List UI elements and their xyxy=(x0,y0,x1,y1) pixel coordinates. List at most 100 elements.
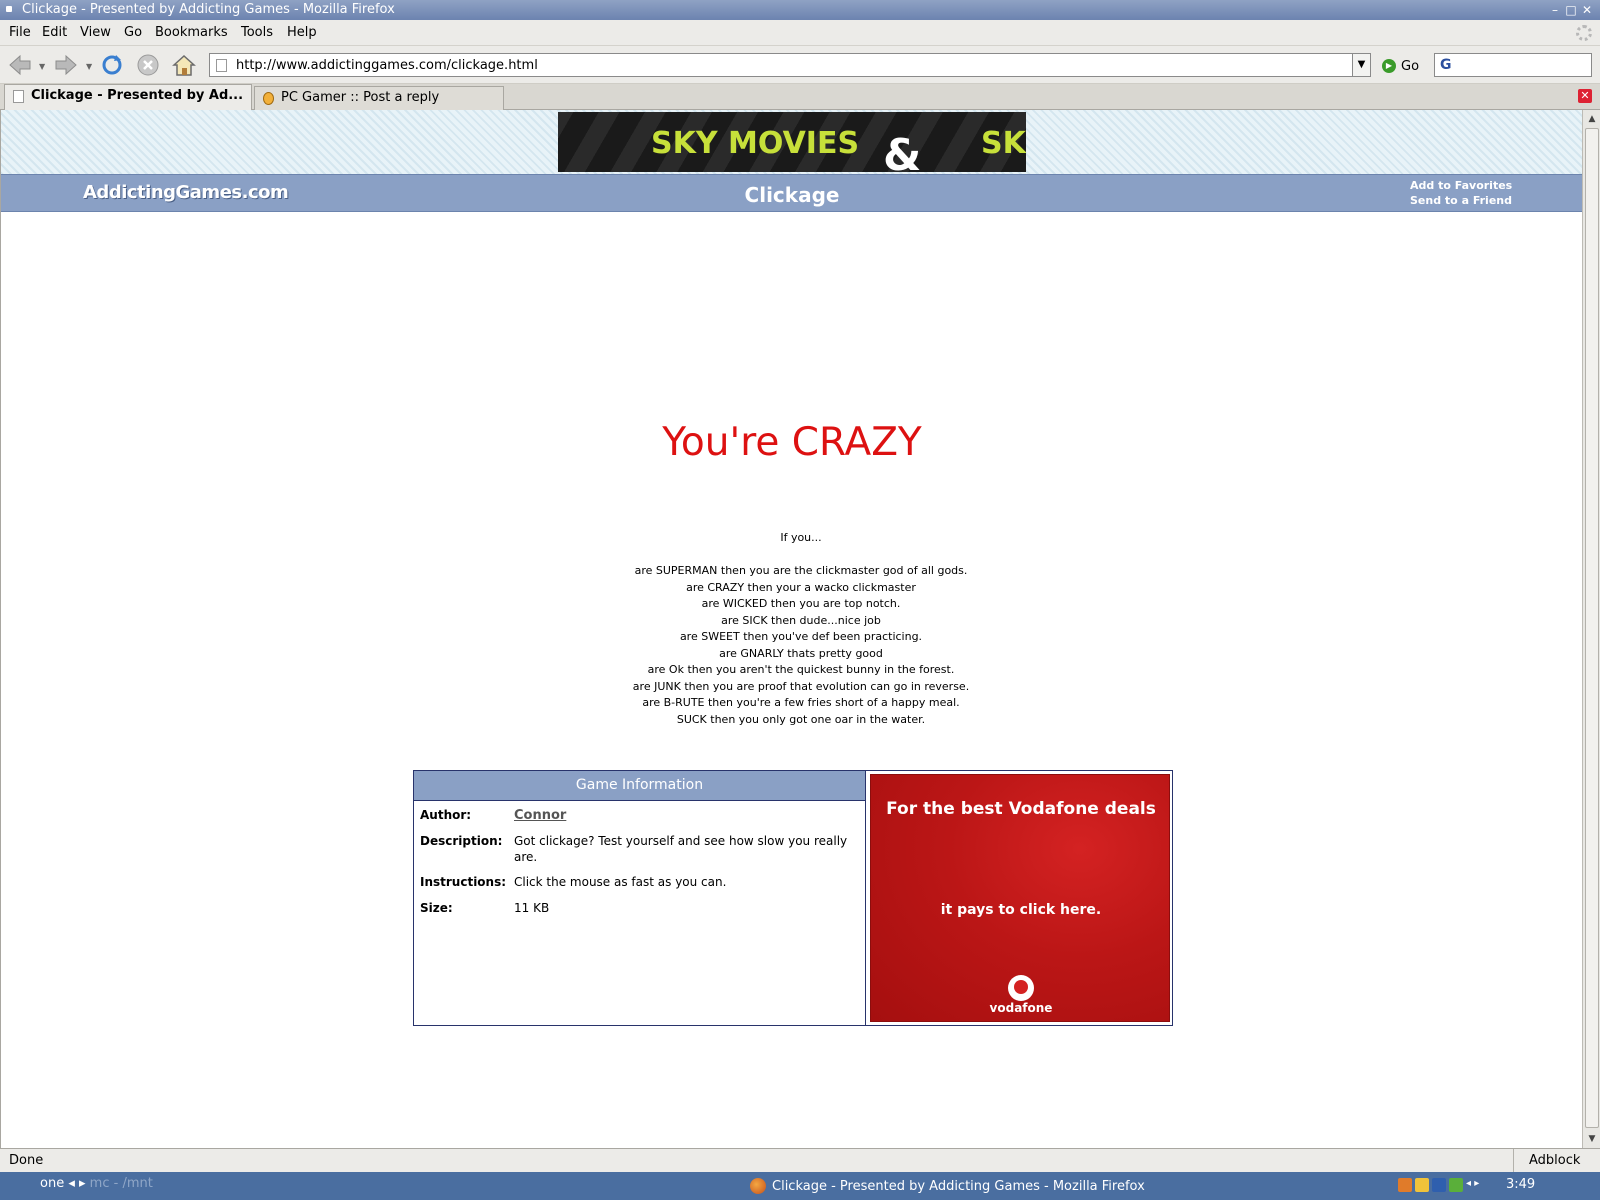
firefox-icon xyxy=(750,1178,766,1194)
workspace-dim-label: mc - /mnt xyxy=(89,1176,153,1191)
tray-check-icon[interactable] xyxy=(1449,1178,1463,1192)
minimize-icon[interactable]: – xyxy=(1548,3,1562,17)
author-link[interactable]: Connor xyxy=(514,808,566,823)
rank-line: are WICKED then you are top notch. xyxy=(701,597,901,610)
workspace-name: one xyxy=(40,1176,65,1191)
site-header-bar: AddictingGames.com Clickage Add to Favor… xyxy=(1,174,1582,212)
ad-text-left: SKY MOVIES xyxy=(651,126,860,161)
rank-line: are SWEET then you've def been practicin… xyxy=(679,630,923,643)
maximize-icon[interactable]: □ xyxy=(1564,3,1578,17)
forward-arrow-icon xyxy=(55,54,77,76)
back-arrow-icon xyxy=(9,54,31,76)
game-info-heading: Game Information xyxy=(414,771,865,801)
go-button[interactable]: ▶ Go xyxy=(1382,56,1419,76)
ad-call-to-action: it pays to click here. xyxy=(940,902,1102,918)
pager-arrows[interactable]: ◂ ▸ xyxy=(68,1176,89,1191)
stop-button[interactable] xyxy=(134,52,162,78)
throbber-icon xyxy=(1576,25,1592,41)
page-viewport[interactable]: SKY MOVIES & SKY AddictingGames.com Clic… xyxy=(0,110,1582,1148)
rank-line: are B-RUTE then you're a few fries short… xyxy=(642,696,960,709)
back-history-dropdown[interactable]: ▼ xyxy=(39,62,47,71)
game-info-table: Game Information Author: Connor Descript… xyxy=(413,770,1173,1026)
scroll-thumb[interactable] xyxy=(1585,128,1599,1128)
page-icon xyxy=(13,90,24,103)
vodafone-logo-icon xyxy=(1008,975,1034,1001)
tab-bar: Clickage - Presented by Ad... PC Gamer :… xyxy=(0,84,1600,110)
adblock-button[interactable]: Adblock xyxy=(1513,1149,1600,1173)
window-menu-icon[interactable] xyxy=(6,6,12,12)
page-icon xyxy=(216,59,227,72)
home-button[interactable] xyxy=(170,52,198,78)
ad-brand: vodafone xyxy=(989,1001,1053,1015)
rank-line: are SUPERMAN then you are the clickmaste… xyxy=(634,564,968,577)
google-search-icon[interactable]: G xyxy=(1440,57,1452,73)
reload-icon xyxy=(102,55,122,75)
menu-tools[interactable]: Tools xyxy=(241,25,273,40)
tray-tools-icon[interactable] xyxy=(1398,1178,1412,1192)
navigation-toolbar: ▼ ▼ http://www.addictinggames.com/clicka… xyxy=(0,46,1600,84)
ad-text-right: SKY xyxy=(981,126,1026,161)
rank-intro: If you... xyxy=(780,531,822,544)
menu-help[interactable]: Help xyxy=(287,25,317,40)
rank-line: are Ok then you aren't the quickest bunn… xyxy=(647,663,955,676)
menu-bar: File Edit View Go Bookmarks Tools Help xyxy=(0,20,1600,46)
rank-line: are GNARLY thats pretty good xyxy=(719,646,883,660)
search-input[interactable]: G xyxy=(1434,53,1592,77)
rank-explanation: If you... are SUPERMAN then you are the … xyxy=(1,530,1582,728)
tab-label: Clickage - Presented by Ad... xyxy=(31,88,244,103)
address-bar-url[interactable]: http://www.addictinggames.com/clickage.h… xyxy=(236,58,538,73)
forward-history-dropdown[interactable]: ▼ xyxy=(86,62,94,71)
ad-ampersand: & xyxy=(883,130,922,172)
vertical-scrollbar[interactable]: ▲ ▼ xyxy=(1582,110,1600,1148)
menu-edit[interactable]: Edit xyxy=(42,25,67,40)
tab-pc-gamer[interactable]: PC Gamer :: Post a reply xyxy=(254,86,504,110)
sky-movies-banner-ad[interactable]: SKY MOVIES & SKY xyxy=(558,112,1026,172)
window-title-bar[interactable]: Clickage - Presented by Addicting Games … xyxy=(0,0,1600,20)
instructions-label: Instructions: xyxy=(420,875,507,889)
forward-button[interactable] xyxy=(52,52,80,78)
tray-arrows-icon[interactable]: ◂ ▸ xyxy=(1466,1178,1498,1192)
go-arrow-icon: ▶ xyxy=(1382,59,1396,73)
reload-button[interactable] xyxy=(98,52,126,78)
send-to-friend-link[interactable]: Send to a Friend xyxy=(1410,193,1512,208)
ad-headline: For the best Vodafone deals xyxy=(886,799,1156,819)
menu-bookmarks[interactable]: Bookmarks xyxy=(155,25,228,40)
vodafone-ad[interactable]: For the best Vodafone deals it pays to c… xyxy=(870,774,1170,1022)
rank-line: SUCK then you only got one oar in the wa… xyxy=(676,712,926,726)
game-title: Clickage xyxy=(744,183,840,207)
author-label: Author: xyxy=(420,808,472,822)
clock: 3:49 xyxy=(1506,1177,1536,1192)
workspace-pager[interactable]: one ◂ ▸ mc - /mnt xyxy=(40,1176,153,1191)
tab-label: PC Gamer :: Post a reply xyxy=(281,90,440,105)
close-tab-icon[interactable]: ✕ xyxy=(1578,89,1592,103)
add-to-favorites-link[interactable]: Add to Favorites xyxy=(1410,178,1512,193)
description-label: Description: xyxy=(420,834,503,848)
top-banner-area: SKY MOVIES & SKY xyxy=(1,110,1582,174)
site-links: Add to Favorites Send to a Friend xyxy=(1410,178,1512,208)
status-text: Done xyxy=(9,1153,44,1168)
home-icon xyxy=(172,54,196,76)
menu-file[interactable]: File xyxy=(9,25,31,40)
tab-clickage[interactable]: Clickage - Presented by Ad... xyxy=(4,84,252,110)
scroll-up-icon[interactable]: ▲ xyxy=(1585,112,1599,126)
tray-network-icon[interactable] xyxy=(1432,1178,1446,1192)
instructions-value: Click the mouse as fast as you can. xyxy=(514,875,727,889)
rank-line: are JUNK then you are proof that evoluti… xyxy=(632,679,970,693)
address-bar[interactable]: http://www.addictinggames.com/clickage.h… xyxy=(209,53,1353,77)
taskbar-task-firefox[interactable]: Clickage - Presented by Addicting Games … xyxy=(750,1175,1145,1197)
game-info-panel: Game Information Author: Connor Descript… xyxy=(414,771,866,1025)
tray-star-icon[interactable] xyxy=(1415,1178,1429,1192)
address-history-dropdown[interactable]: ▼ xyxy=(1353,53,1371,77)
scroll-down-icon[interactable]: ▼ xyxy=(1585,1132,1599,1146)
go-label: Go xyxy=(1401,58,1420,74)
status-bar: Done Adblock xyxy=(0,1148,1600,1173)
result-title: You're CRAZY xyxy=(662,420,922,465)
size-label: Size: xyxy=(420,901,453,915)
size-value: 11 KB xyxy=(514,901,550,915)
desktop-taskbar: one ◂ ▸ mc - /mnt Clickage - Presented b… xyxy=(0,1172,1600,1200)
menu-go[interactable]: Go xyxy=(124,25,142,40)
stop-icon xyxy=(137,54,159,76)
menu-view[interactable]: View xyxy=(80,25,111,40)
back-button[interactable] xyxy=(6,52,34,78)
close-icon[interactable]: ✕ xyxy=(1580,3,1594,17)
